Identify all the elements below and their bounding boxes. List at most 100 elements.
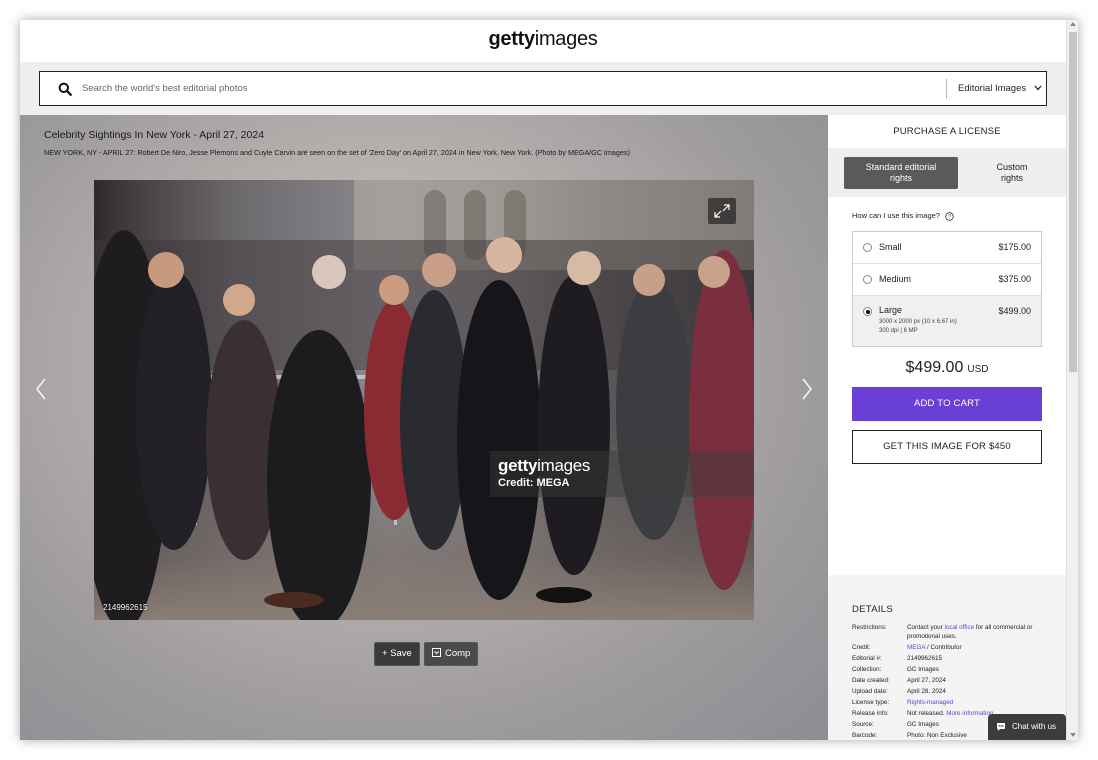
scroll-thumb[interactable] [1069,32,1077,372]
detail-value: GC Images [907,666,939,673]
editorial-photo[interactable]: gettyimages Credit: MEGA 2149962615 [94,180,754,620]
size-price-large: $499.00 [998,306,1031,316]
size-price-small: $175.00 [998,242,1031,252]
size-name-large: Large [879,305,903,315]
save-button[interactable]: + Save [374,642,420,666]
scroll-up-arrow-icon[interactable] [1070,22,1076,26]
getty-logo[interactable]: gettyimages [20,28,1066,51]
photo-id: 2149962615 [103,603,148,612]
license-type-link[interactable]: Rights-managed [907,698,1052,707]
currency-label: USD [967,364,989,375]
detail-row-license-type: License type: Rights-managed [852,698,1052,707]
top-bar: gettyimages [20,20,1066,62]
radio-large[interactable] [863,307,872,316]
detail-label: Release info: [852,710,889,717]
restrictions-text-pre: Contact your [907,624,945,631]
detail-row-restrictions: Restrictions: Contact your local office … [852,623,1052,641]
credit-link[interactable]: MEGA [907,644,925,651]
get-image-button[interactable]: GET THIS IMAGE FOR $450 [852,430,1042,464]
chevron-down-icon [1034,86,1042,91]
detail-label: Barcode: [852,732,878,739]
watermark-logo-light: images [537,456,591,475]
search-icon[interactable] [58,82,72,96]
tab-custom-line1: Custom [996,162,1028,172]
comp-button[interactable]: Comp [424,642,479,666]
detail-label: Credit: [852,644,871,651]
chat-with-us-button[interactable]: Chat with us [988,714,1066,740]
total-price: $499.00 USD [828,359,1066,377]
total-price-value: $499.00 [905,359,964,376]
credit-role: / Contributor [925,644,962,651]
search-divider [946,79,947,99]
scroll-down-arrow-icon[interactable] [1070,733,1076,737]
detail-value: MEGA / Contributor [907,643,1052,652]
photo-scene [94,180,754,620]
search-box: Editorial Images [39,71,1047,106]
size-option-medium[interactable]: Medium $375.00 [853,264,1041,296]
size-name-medium: Medium [879,274,912,284]
detail-label: Restrictions: [852,624,887,631]
detail-row-editorial: Editorial #: 2149962615 [852,654,1052,663]
release-text: Not released. [907,710,947,717]
size-name-small: Small [879,242,902,252]
radio-medium[interactable] [863,275,872,284]
purchase-license-card: PURCHASE A LICENSE Standard editorial ri… [828,115,1066,575]
usage-question-link[interactable]: How can I use this image? ? [852,211,954,221]
size-resolution-large: 300 dpi | 6 MP [879,328,918,334]
tab-standard-line1: Standard editorial [865,162,937,172]
tab-custom-rights[interactable]: Custom rights [962,157,1062,189]
detail-row-collection: Collection: GC Images [852,665,1052,674]
detail-label: Source: [852,721,874,728]
logo-light: images [534,28,598,50]
details-heading: DETAILS [852,604,893,615]
purchase-license-heading: PURCHASE A LICENSE [893,126,1001,137]
license-sidebar: PURCHASE A LICENSE Standard editorial ri… [828,115,1066,740]
usage-question-text: How can I use this image? [852,211,940,220]
detail-label: Date created: [852,677,890,684]
fullscreen-button[interactable] [708,198,736,224]
chat-label: Chat with us [1012,722,1057,731]
detail-label: Collection: [852,666,882,673]
help-circle-icon: ? [945,211,954,221]
getty-watermark: gettyimages Credit: MEGA [490,451,754,497]
tab-standard-editorial-rights[interactable]: Standard editorial rights [844,157,958,189]
detail-label: License type: [852,699,890,706]
radio-small[interactable] [863,243,872,252]
detail-value: Contact your local office for all commer… [907,623,1052,641]
detail-label: Upload date: [852,688,888,695]
size-option-large[interactable]: Large $499.00 3000 x 2000 px (10 x 6.67 … [853,296,1041,346]
detail-label: Editorial #: [852,655,882,662]
tab-standard-line2: rights [889,173,912,183]
expand-icon [714,204,730,218]
size-options: Small $175.00 Medium $375.00 Large $499.… [852,231,1042,347]
search-band: Editorial Images [20,62,1066,115]
detail-value: April 28, 2024 [907,688,946,695]
search-input[interactable] [82,72,882,105]
size-option-small[interactable]: Small $175.00 [853,232,1041,264]
local-office-link[interactable]: local office [944,624,974,631]
detail-value: 2149962615 [907,655,943,662]
comp-label: Comp [445,648,471,659]
detail-row-credit: Credit: MEGA / Contributor [852,643,1052,652]
watermark-logo-bold: getty [498,456,538,475]
download-icon [432,648,441,657]
image-type-label: Editorial Images [958,83,1027,94]
detail-row-date-created: Date created: April 27, 2024 [852,676,1052,685]
tab-custom-line2: rights [1000,173,1023,183]
page-scrollbar[interactable] [1066,20,1078,740]
svg-text:?: ? [948,214,951,220]
chat-bubble-icon [997,723,1005,731]
add-to-cart-button[interactable]: ADD TO CART [852,387,1042,421]
previous-image-arrow-icon[interactable] [34,377,48,401]
detail-row-upload-date: Upload date: April 28, 2024 [852,687,1052,696]
next-image-arrow-icon[interactable] [800,377,814,401]
size-price-medium: $375.00 [998,274,1031,284]
image-title: Celebrity Sightings In New York - April … [44,129,265,141]
watermark-logo: gettyimages [498,456,746,476]
more-information-link[interactable]: More information [946,710,993,717]
image-caption: NEW YORK, NY - APRIL 27: Robert De Niro,… [44,148,630,157]
image-viewer: Celebrity Sightings In New York - April … [20,115,828,740]
size-dimensions-large: 3000 x 2000 px (10 x 6.67 in) [879,319,957,325]
image-type-select[interactable]: Editorial Images [958,72,1042,105]
detail-value: April 27, 2024 [907,677,946,684]
